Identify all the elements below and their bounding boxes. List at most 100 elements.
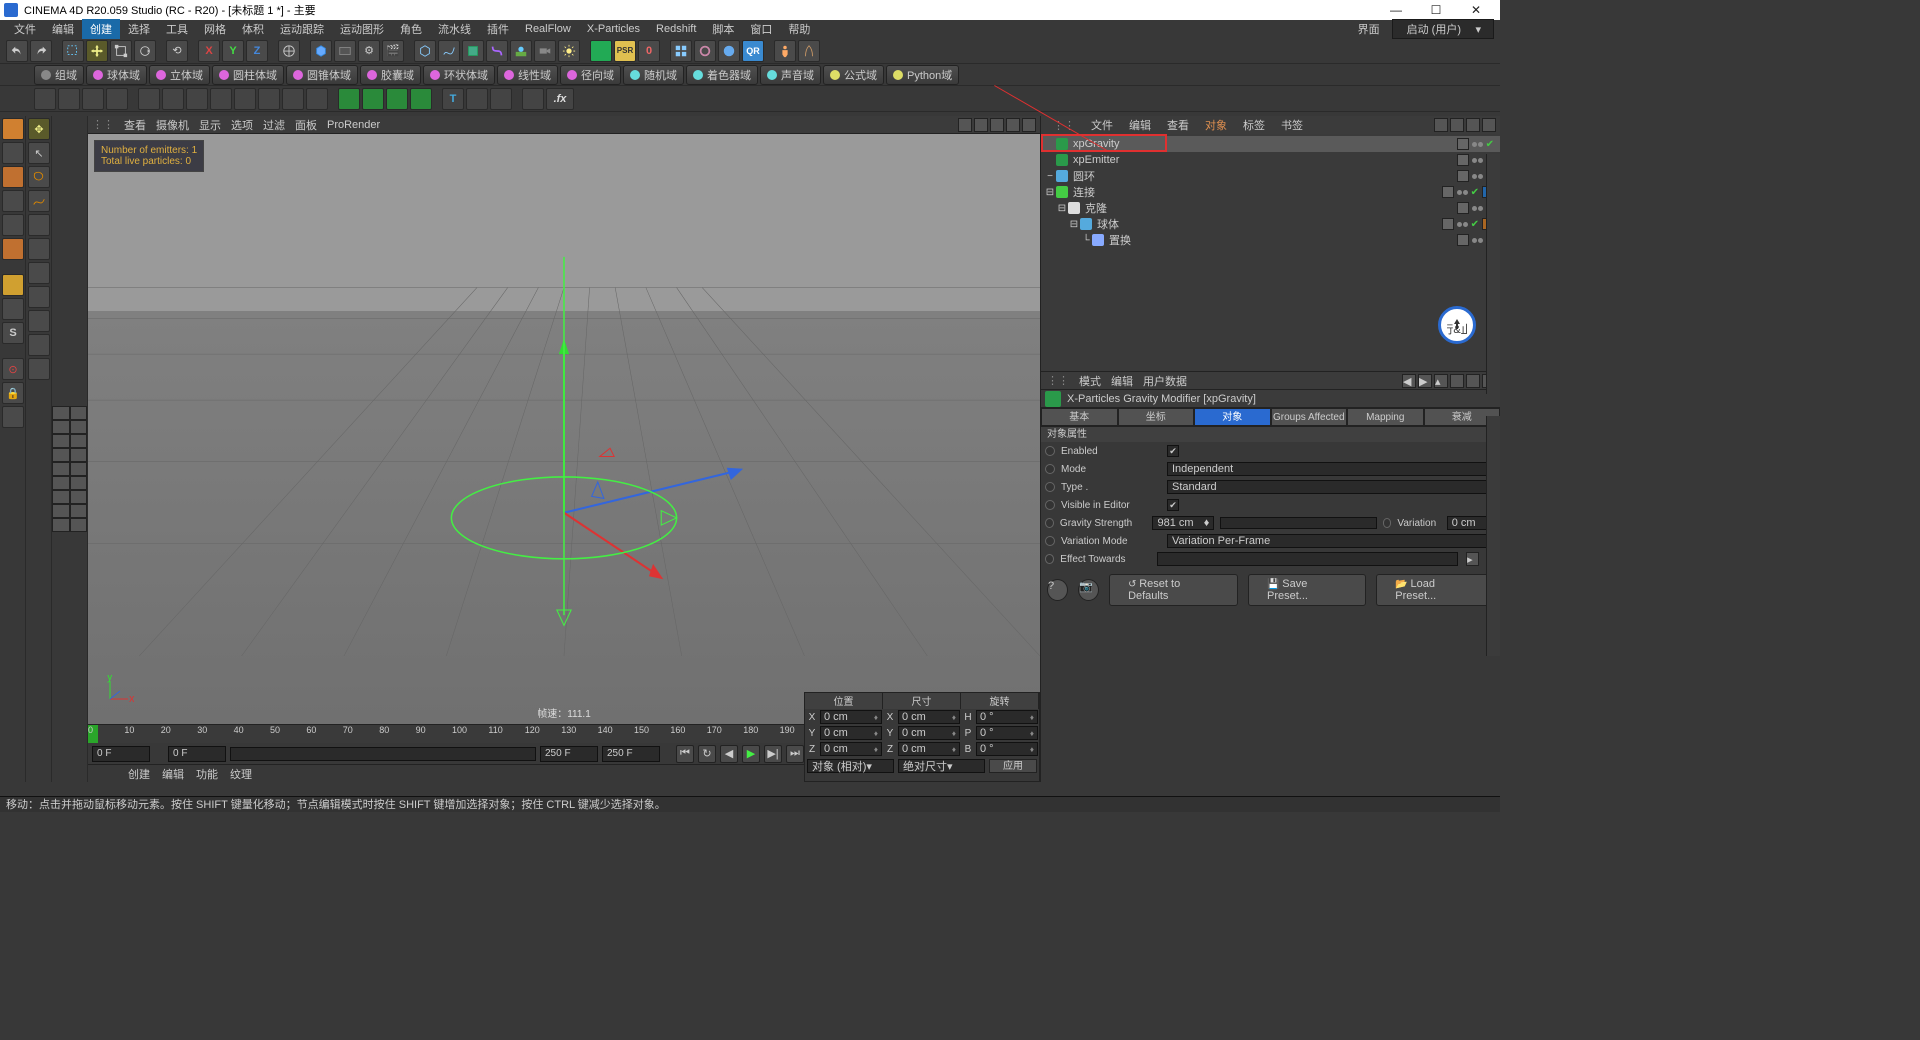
object-node[interactable]: └置换✔ <box>1041 232 1500 248</box>
swatch[interactable] <box>52 518 70 532</box>
menu-item[interactable]: 帮助 <box>780 19 818 39</box>
tool-icon[interactable] <box>28 262 50 284</box>
prev-frame-button[interactable]: ◀ <box>720 745 738 763</box>
swatch[interactable] <box>52 448 70 462</box>
field-cone[interactable]: 圆锥体域 <box>286 65 358 85</box>
visible-checkbox[interactable]: ✔ <box>1167 499 1179 511</box>
attr-prev-icon[interactable]: ◀ <box>1402 374 1416 388</box>
fx-icon[interactable] <box>58 88 80 110</box>
menu-item[interactable]: X-Particles <box>579 21 648 37</box>
mode-dropdown[interactable]: Independent▾ <box>1167 462 1500 476</box>
save-preset-button[interactable]: 💾 Save Preset... <box>1248 574 1366 606</box>
field-shader[interactable]: 着色器域 <box>686 65 758 85</box>
anim-dot[interactable] <box>1045 536 1055 546</box>
field-torus[interactable]: 环状体域 <box>423 65 495 85</box>
point-mode-icon[interactable] <box>2 190 24 212</box>
fx-icon[interactable] <box>162 88 184 110</box>
menu-item[interactable]: 工具 <box>158 19 196 39</box>
view-nav-icon[interactable] <box>1022 118 1036 132</box>
fx-icon[interactable] <box>490 88 512 110</box>
om-tab[interactable]: 标签 <box>1237 115 1271 135</box>
attr-lock-icon[interactable] <box>1466 374 1480 388</box>
cube-primitive-icon[interactable] <box>310 40 332 62</box>
disclosure-icon[interactable]: └ <box>1081 235 1091 246</box>
fx-icon[interactable] <box>306 88 328 110</box>
om-tab[interactable]: 对象 <box>1199 115 1233 135</box>
fx-icon[interactable] <box>362 88 384 110</box>
layer-tag-icon[interactable] <box>1442 218 1454 230</box>
psr-icon[interactable]: PSR <box>614 40 636 62</box>
next-frame-button[interactable]: ▶| <box>764 745 782 763</box>
swatch[interactable] <box>70 476 88 490</box>
om-filter-icon[interactable] <box>1466 118 1480 132</box>
om-tab[interactable]: 查看 <box>1161 115 1195 135</box>
swatch[interactable] <box>52 504 70 518</box>
generator-icon[interactable] <box>462 40 484 62</box>
render-view-icon[interactable] <box>334 40 356 62</box>
disclosure-icon[interactable]: ⊟ <box>1069 219 1079 230</box>
cloth-icon[interactable] <box>694 40 716 62</box>
disclosure-icon[interactable]: ⊟ <box>1057 203 1067 214</box>
view-nav-icon[interactable] <box>958 118 972 132</box>
menu-item[interactable]: 创建 <box>82 19 120 39</box>
field-linear[interactable]: 线性域 <box>497 65 558 85</box>
attr-up-icon[interactable]: ▴ <box>1434 374 1448 388</box>
anim-dot[interactable] <box>1045 518 1054 528</box>
object-node[interactable]: ⊟球体✔ <box>1041 216 1500 232</box>
field-box[interactable]: 立体域 <box>149 65 210 85</box>
menu-item[interactable]: 网格 <box>196 19 234 39</box>
light-icon[interactable] <box>558 40 580 62</box>
coord-rot-p[interactable]: 0 °♦ <box>976 726 1038 740</box>
field-random[interactable]: 随机域 <box>623 65 684 85</box>
attr-tab[interactable]: 模式 <box>1079 373 1101 389</box>
arrow-icon[interactable]: ↖ <box>28 142 50 164</box>
play-button[interactable]: ▶ <box>742 745 760 763</box>
view-menu-item[interactable]: 过滤 <box>263 117 285 133</box>
coord-apply-button[interactable]: 应用 <box>989 759 1037 773</box>
gravity-strength-field[interactable]: 981 cm♦ <box>1152 516 1214 530</box>
fx-icon[interactable] <box>338 88 360 110</box>
menu-item[interactable]: 脚本 <box>704 19 742 39</box>
close-button[interactable]: ✕ <box>1456 3 1496 17</box>
effect-towards-link[interactable] <box>1157 552 1458 566</box>
texture-mode-icon[interactable] <box>2 142 24 164</box>
camera-icon[interactable] <box>534 40 556 62</box>
om-search-icon[interactable] <box>1434 118 1448 132</box>
brush-icon[interactable] <box>28 214 50 236</box>
coord-pos-z[interactable]: 0 cm♦ <box>820 742 882 756</box>
coord-pos-y[interactable]: 0 cm♦ <box>820 726 882 740</box>
menu-item[interactable]: 编辑 <box>44 19 82 39</box>
om-path-icon[interactable] <box>1482 118 1496 132</box>
swatch[interactable] <box>70 420 88 434</box>
visibility-dots[interactable] <box>1472 174 1483 179</box>
poly-mode-icon[interactable] <box>2 238 24 260</box>
swatch[interactable] <box>52 406 70 420</box>
coord-size-z[interactable]: 0 cm♦ <box>898 742 960 756</box>
attr-sub-tab[interactable]: 坐标 <box>1118 408 1195 426</box>
coord-pos-x[interactable]: 0 cm♦ <box>820 710 882 724</box>
visibility-dots[interactable] <box>1472 238 1483 243</box>
lower-tab[interactable]: 纹理 <box>230 766 252 782</box>
layer-tag-icon[interactable] <box>1442 186 1454 198</box>
anim-dot[interactable] <box>1045 446 1055 456</box>
fx-icon[interactable] <box>258 88 280 110</box>
rotate-tool[interactable] <box>134 40 156 62</box>
hair-icon[interactable] <box>798 40 820 62</box>
coord-size-dropdown[interactable]: 绝对尺寸▾ <box>898 759 985 773</box>
anim-dot[interactable] <box>1045 500 1055 510</box>
anim-dot[interactable] <box>1045 554 1054 564</box>
axis-y-button[interactable]: Y <box>222 40 244 62</box>
visibility-dots[interactable] <box>1457 190 1468 195</box>
enable-check-icon[interactable]: ✔ <box>1471 219 1479 230</box>
object-node[interactable]: −圆环✔ <box>1041 168 1500 184</box>
swatch[interactable] <box>70 448 88 462</box>
field-python[interactable]: Python域 <box>886 65 959 85</box>
camera-icon[interactable]: 📷 <box>1078 579 1099 601</box>
mograph-icon[interactable] <box>670 40 692 62</box>
menu-item[interactable]: 体积 <box>234 19 272 39</box>
field-group[interactable]: 组域 <box>34 65 84 85</box>
attr-sub-tab[interactable]: Mapping <box>1347 408 1424 426</box>
character-icon[interactable] <box>774 40 796 62</box>
axis-x-button[interactable]: X <box>198 40 220 62</box>
render-settings-icon[interactable]: ⚙ <box>358 40 380 62</box>
